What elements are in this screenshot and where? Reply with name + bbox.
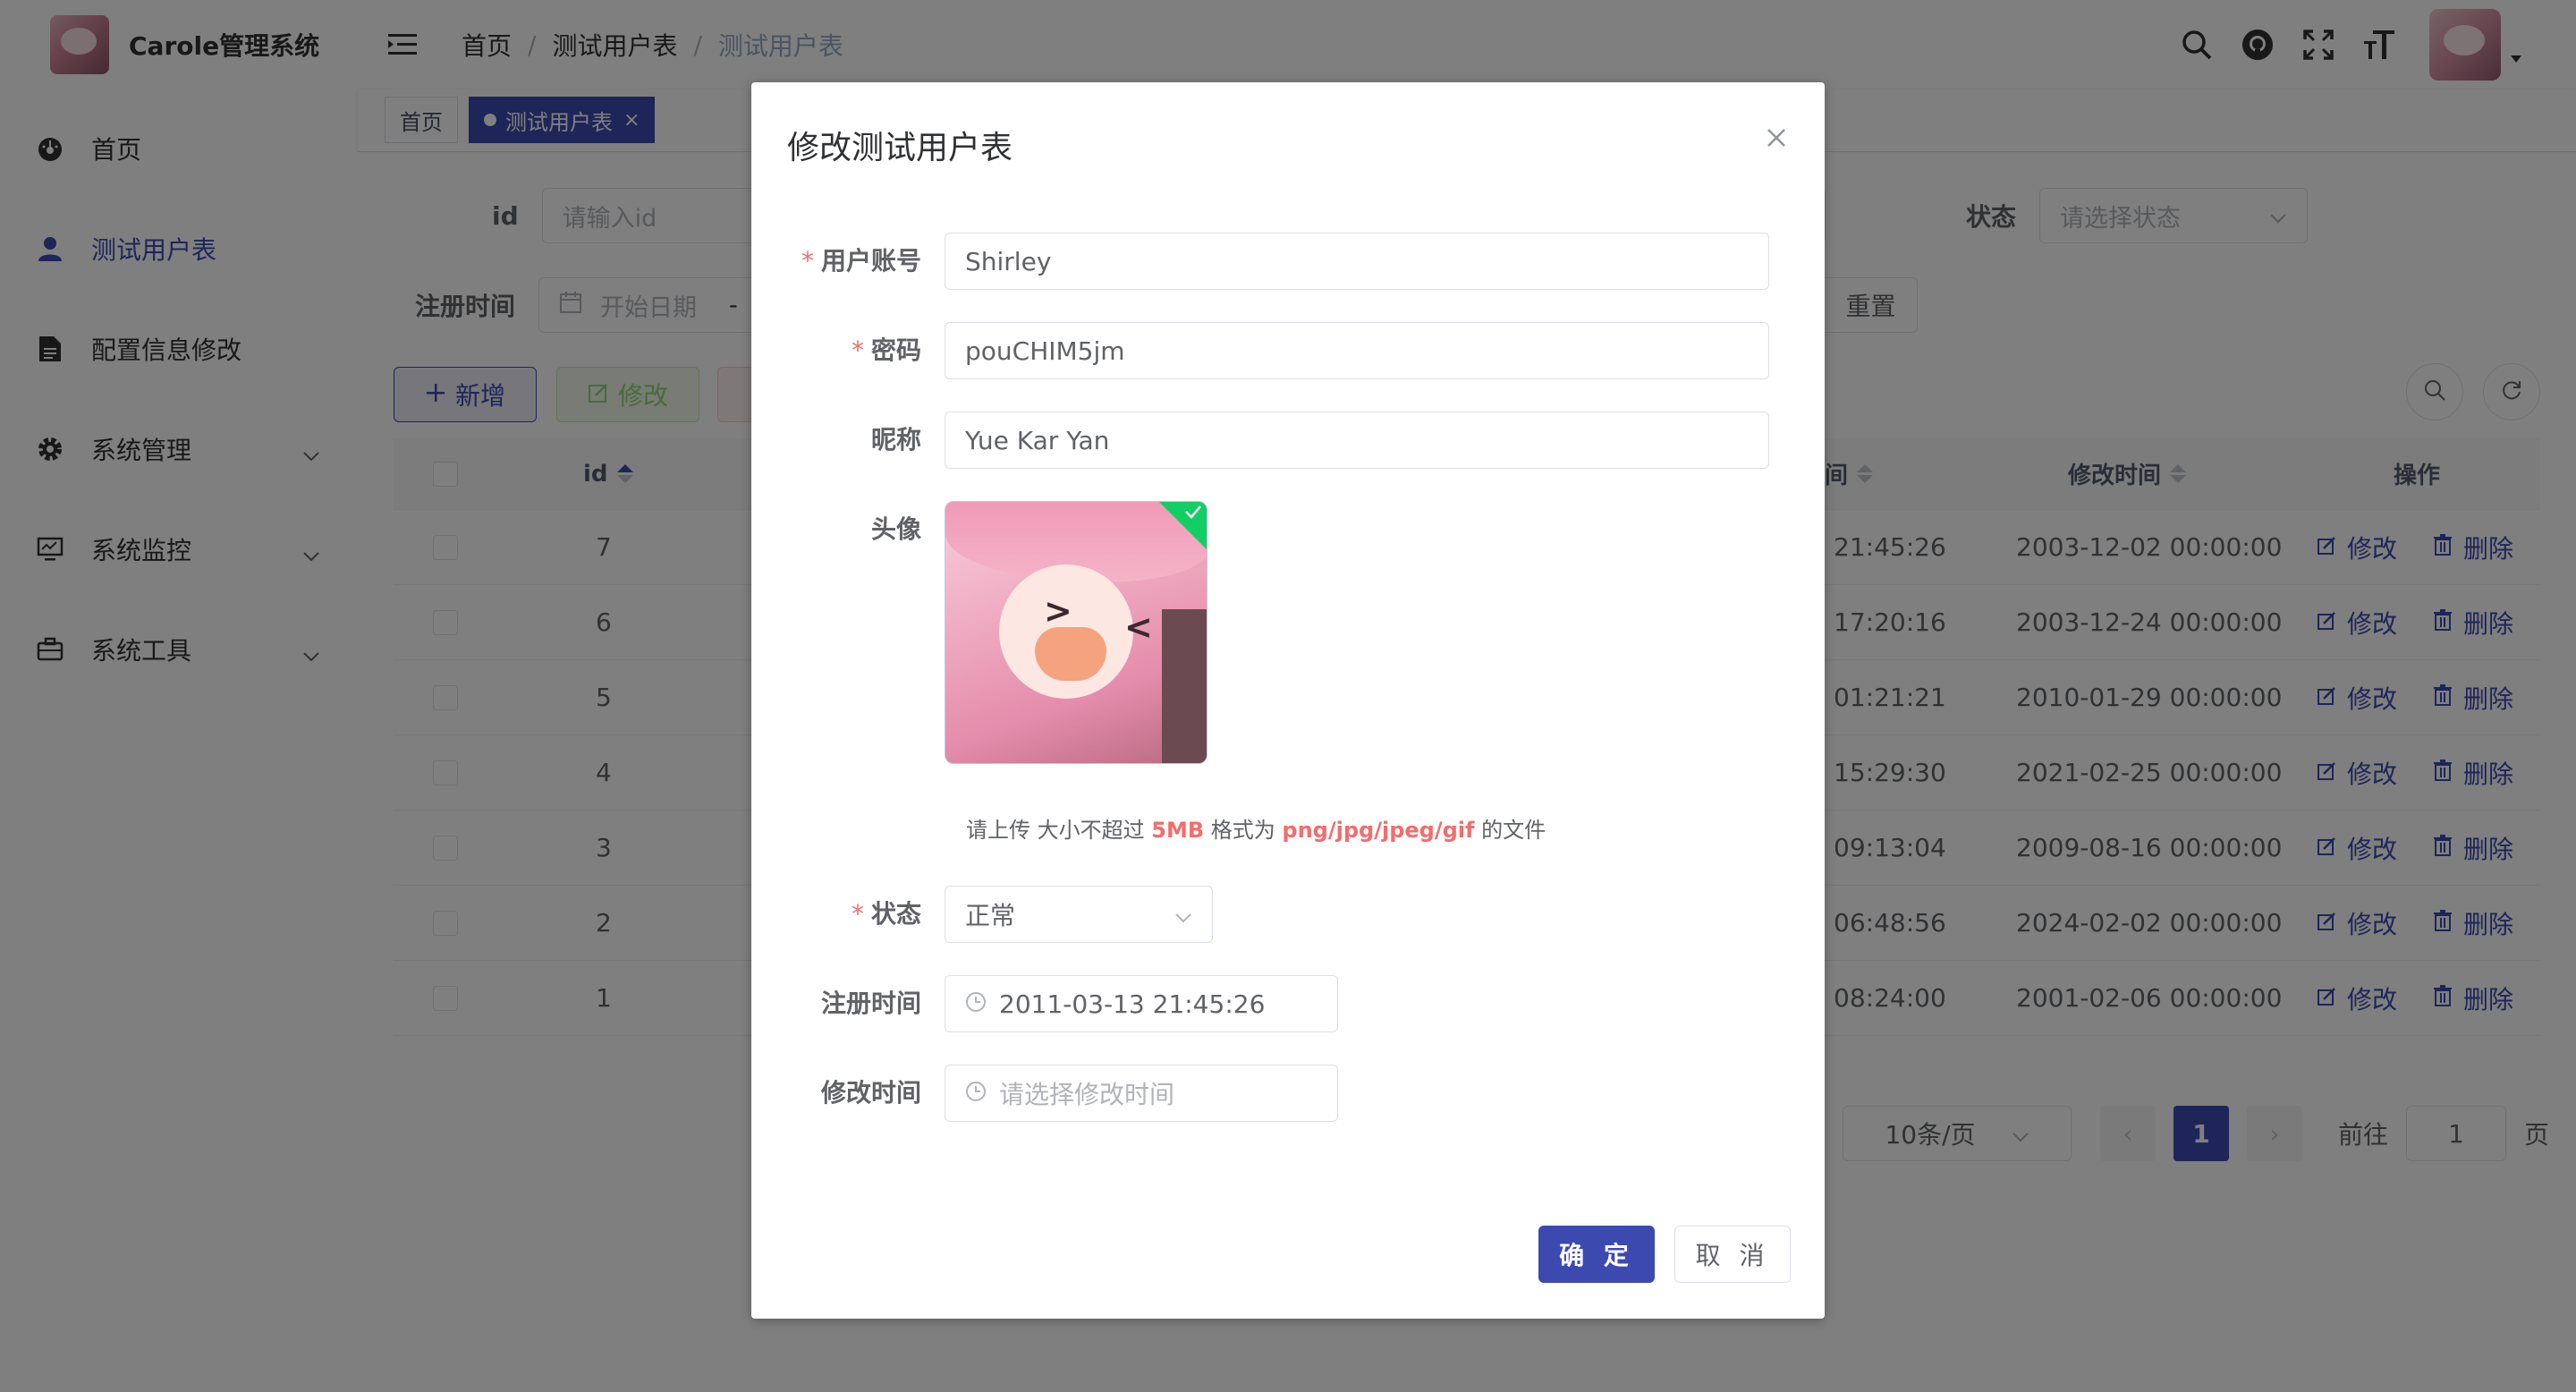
avatar-upload[interactable]: > < [945, 501, 1208, 764]
tip-size: 5MB [1151, 818, 1205, 843]
form-row-reg-time: 注册时间 2011-03-13 21:45:26 [751, 975, 1825, 1032]
tip-text: 请上传 大小不超过 [966, 818, 1152, 843]
chevron-down-icon [1174, 900, 1192, 929]
account-input[interactable]: Shirley [945, 233, 1769, 290]
upload-tip: 请上传 大小不超过 5MB 格式为 png/jpg/jpeg/gif 的文件 [966, 812, 1546, 844]
input-value: Yue Kar Yan [965, 425, 1110, 455]
dialog-title: 修改测试用户表 [787, 130, 1013, 166]
form-row-nickname: 昵称 Yue Kar Yan [751, 412, 1825, 469]
tip-text: 的文件 [1474, 818, 1546, 843]
form-row-status: * 状态 正常 [751, 886, 1825, 943]
avatar-image-eye: < [1124, 607, 1153, 647]
required-mark: * [801, 246, 814, 276]
input-value: pouCHIM5jm [965, 335, 1125, 366]
confirm-button[interactable]: 确 定 [1538, 1226, 1655, 1283]
clock-icon [965, 989, 987, 1019]
form-row-password: * 密码 pouCHIM5jm [751, 322, 1825, 379]
label-text: 用户账号 [820, 246, 921, 276]
avatar-image-mouth [1035, 627, 1106, 681]
status-label: * 状态 [751, 886, 945, 943]
button-label: 确 定 [1559, 1241, 1634, 1270]
avatar-label: 头像 [751, 501, 945, 558]
cancel-button[interactable]: 取 消 [1674, 1226, 1791, 1283]
label-text: 注册时间 [820, 989, 921, 1018]
edit-user-dialog: 修改测试用户表 * 用户账号 Shirley * 密码 pouCHIM5jm 昵称 … [751, 82, 1825, 1319]
tip-formats: png/jpg/jpeg/gif [1282, 818, 1475, 843]
mod-time-label: 修改时间 [751, 1065, 945, 1122]
nickname-input[interactable]: Yue Kar Yan [945, 412, 1769, 469]
avatar-image-shadow [1162, 609, 1207, 763]
account-label: * 用户账号 [751, 233, 945, 290]
form-row-mod-time: 修改时间 请选择修改时间 [751, 1065, 1825, 1122]
password-input[interactable]: pouCHIM5jm [945, 322, 1769, 379]
avatar-image-eye: > [1044, 591, 1072, 631]
nickname-label: 昵称 [751, 412, 945, 469]
form-row-avatar: 头像 > < [751, 501, 1825, 764]
label-text: 密码 [870, 335, 921, 365]
input-value: Shirley [965, 246, 1052, 276]
label-text: 修改时间 [820, 1078, 921, 1108]
picker-value: 2011-03-13 21:45:26 [999, 989, 1266, 1019]
label-text: 昵称 [870, 425, 921, 454]
check-icon [1183, 504, 1203, 523]
label-text: 状态 [870, 899, 921, 929]
clock-icon [965, 1079, 987, 1108]
close-icon[interactable] [1764, 125, 1789, 150]
status-select[interactable]: 正常 [945, 886, 1213, 943]
tip-text: 格式为 [1204, 818, 1283, 843]
reg-time-label: 注册时间 [751, 975, 945, 1032]
select-value: 正常 [965, 901, 1016, 930]
reg-time-picker[interactable]: 2011-03-13 21:45:26 [945, 975, 1338, 1032]
password-label: * 密码 [751, 322, 945, 379]
form-row-account: * 用户账号 Shirley [751, 233, 1825, 290]
required-mark: * [851, 899, 864, 929]
required-mark: * [851, 335, 864, 365]
label-text: 头像 [870, 514, 921, 544]
mod-time-picker[interactable]: 请选择修改时间 [945, 1065, 1338, 1122]
picker-placeholder: 请选择修改时间 [999, 1080, 1175, 1109]
button-label: 取 消 [1695, 1241, 1770, 1270]
